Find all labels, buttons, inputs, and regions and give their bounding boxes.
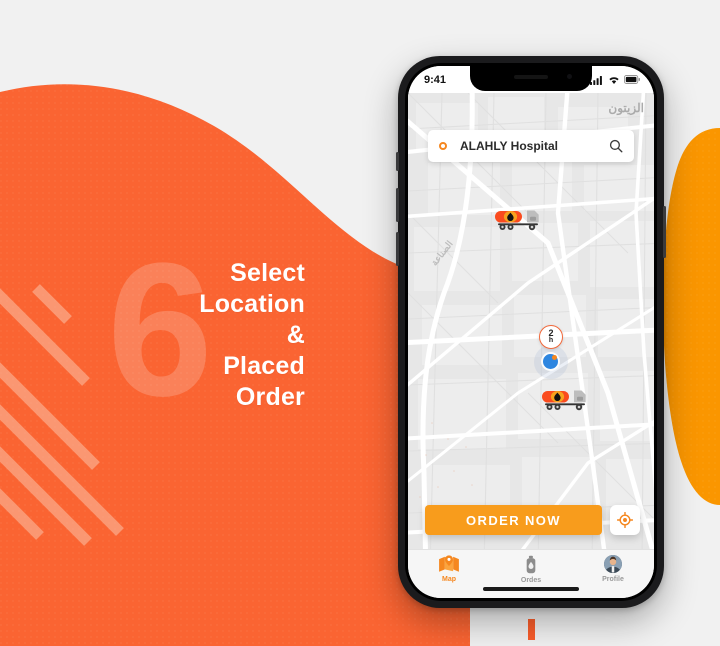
- current-location-dot[interactable]: [534, 345, 568, 379]
- avatar: [604, 555, 622, 573]
- eta-unit: h: [548, 337, 554, 344]
- locate-me-icon: [617, 512, 633, 528]
- slide-canvas: 6 Select Location & Placed Order 9:41 ال…: [0, 0, 720, 646]
- progress-tick: [528, 619, 535, 640]
- tab-map[interactable]: Map: [419, 555, 479, 583]
- status-time: 9:41: [424, 73, 447, 86]
- volume-down-button[interactable]: [396, 232, 399, 266]
- tab-orders-label: Ordes: [520, 577, 542, 584]
- front-camera: [567, 74, 572, 79]
- order-now-button[interactable]: ORDER NOW: [425, 505, 602, 535]
- search-input[interactable]: ALAHLY Hospital: [460, 139, 609, 153]
- tab-profile[interactable]: Profile: [583, 555, 643, 583]
- power-button[interactable]: [663, 206, 666, 258]
- search-icon[interactable]: [609, 139, 623, 153]
- fuel-truck-marker-1[interactable]: [494, 207, 546, 233]
- map-action-row: ORDER NOW: [425, 505, 640, 535]
- location-dot-icon: [439, 142, 447, 150]
- map-view[interactable]: الزيتون الصناعة 2 h ALAHLY Hospital ORDE…: [408, 93, 654, 549]
- map-pin-icon: [439, 555, 459, 572]
- volume-up-button[interactable]: [396, 188, 399, 222]
- home-indicator[interactable]: [483, 587, 579, 591]
- phone-notch: [470, 66, 592, 91]
- headline-line-5: Order: [235, 383, 305, 411]
- status-icons: [590, 75, 640, 85]
- search-bar[interactable]: ALAHLY Hospital: [428, 130, 634, 162]
- phone-screen: 9:41 الزيتون الصناعة 2 h ALAHLY Hospital…: [408, 66, 654, 598]
- fuel-can-icon: [526, 555, 536, 574]
- tab-map-label: Map: [442, 576, 456, 583]
- locate-me-button[interactable]: [610, 505, 640, 535]
- wifi-icon: [609, 76, 619, 84]
- phone-bezel: 9:41 الزيتون الصناعة 2 h ALAHLY Hospital…: [405, 63, 657, 601]
- headline-line-4: Placed: [223, 352, 305, 380]
- headline-line-1: Select: [230, 259, 305, 287]
- tab-profile-label: Profile: [602, 576, 624, 583]
- phone-mockup: 9:41 الزيتون الصناعة 2 h ALAHLY Hospital…: [396, 56, 666, 608]
- earpiece-speaker: [514, 75, 548, 79]
- mute-switch[interactable]: [396, 152, 399, 171]
- battery-icon: [624, 75, 640, 84]
- headline-line-2: Location: [199, 290, 305, 318]
- location-dot-accent: [552, 355, 557, 360]
- cellular-signal-icon: [590, 75, 602, 85]
- right-orange-shape: [663, 128, 720, 505]
- fuel-truck-marker-2[interactable]: [541, 387, 593, 413]
- slide-headline: Select Location & Placed Order: [60, 258, 305, 413]
- tab-orders[interactable]: Ordes: [501, 555, 561, 584]
- eta-badge[interactable]: 2 h: [539, 325, 563, 349]
- eta-value: 2: [548, 328, 554, 338]
- headline-line-3: &: [286, 321, 305, 349]
